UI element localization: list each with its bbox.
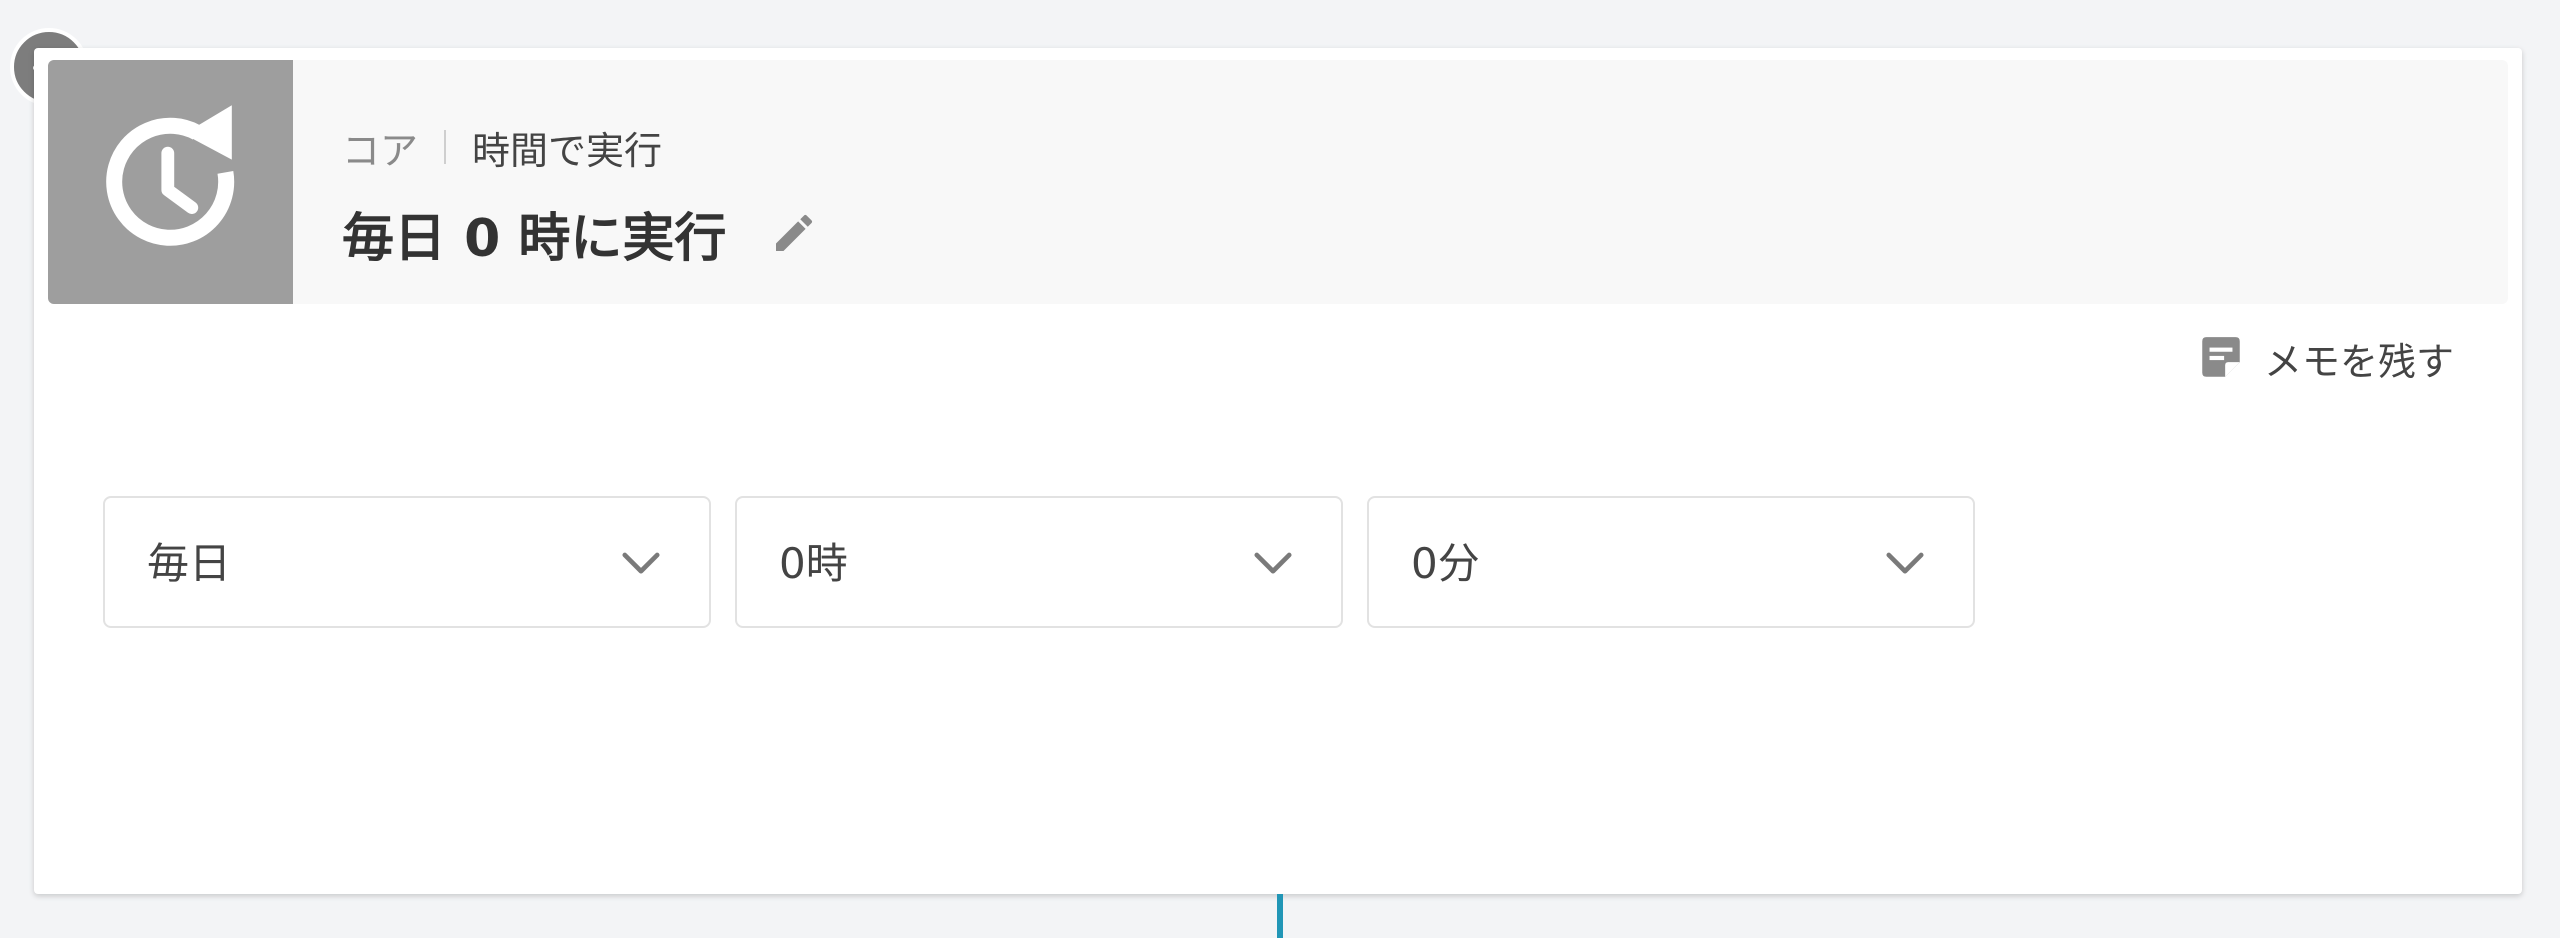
hour-select[interactable]: 0時 <box>735 496 1343 628</box>
clock-refresh-icon <box>105 105 234 246</box>
hour-select-value: 0時 <box>779 539 848 588</box>
flow-connector-line <box>1277 894 1283 938</box>
leave-memo-button[interactable]: メモを残す <box>2196 328 2454 388</box>
title-row: 毎日 0 時に実行 <box>342 198 818 269</box>
trigger-title: 毎日 0 時に実行 <box>342 208 727 269</box>
memo-icon <box>2202 337 2240 377</box>
minute-select-value: 0分 <box>1411 539 1480 588</box>
chevron-down-icon <box>622 552 660 574</box>
trigger-header: コア 時間で実行 毎日 0 時に実行 <box>48 60 2508 304</box>
leave-memo-label: メモを残す <box>2263 339 2454 384</box>
frequency-select-value: 毎日 <box>147 539 232 588</box>
breadcrumb-trigger-type: 時間で実行 <box>472 128 663 173</box>
pencil-icon[interactable] <box>770 209 818 257</box>
trigger-icon-tile <box>48 60 293 304</box>
breadcrumb-category: コア <box>342 128 419 173</box>
breadcrumb-separator <box>444 130 447 164</box>
trigger-card: コア 時間で実行 毎日 0 時に実行 メモを残す 毎日 0時 0分 <box>34 48 2522 894</box>
chevron-down-icon <box>1886 552 1924 574</box>
breadcrumb: コア 時間で実行 <box>342 122 663 173</box>
frequency-select[interactable]: 毎日 <box>103 496 711 628</box>
chevron-down-icon <box>1254 552 1292 574</box>
minute-select[interactable]: 0分 <box>1367 496 1975 628</box>
